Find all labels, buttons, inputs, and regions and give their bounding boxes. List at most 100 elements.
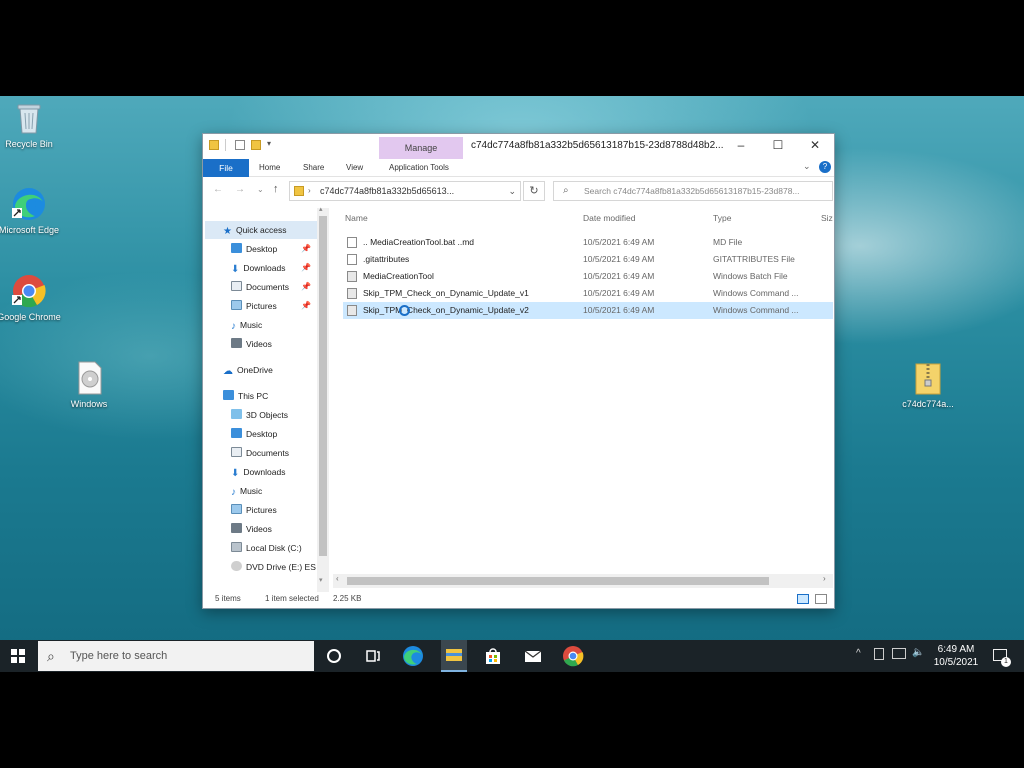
ribbon-expand-icon[interactable]: ⌄	[803, 161, 811, 172]
drive-icon	[231, 542, 242, 552]
nav-item-videos[interactable]: Videos	[231, 335, 317, 353]
up-arrow-icon[interactable]: ↑	[273, 183, 279, 195]
file-row[interactable]: .gitattributes 10/5/2021 6:49 AM GITATTR…	[343, 251, 833, 268]
nav-onedrive[interactable]: ☁ OneDrive	[223, 361, 319, 379]
chrome-taskbar-icon[interactable]	[561, 644, 585, 668]
nav-item-pictures[interactable]: Pictures 📌	[231, 297, 317, 315]
folder-icon	[294, 186, 304, 196]
nav-scroll-thumb[interactable]	[319, 216, 327, 556]
details-view-icon[interactable]	[797, 594, 809, 604]
desktop-icon-edge[interactable]: Microsoft Edge	[0, 186, 61, 236]
nav-scrollbar[interactable]: ▴ ▾	[317, 205, 329, 592]
desktop-icon-windows[interactable]: Windows	[57, 360, 121, 410]
scroll-up-icon[interactable]: ▴	[319, 205, 323, 213]
desktop-icon-chrome[interactable]: Google Chrome	[0, 273, 61, 323]
search-input[interactable]: ⌕ Search c74dc774a8fb81a332b5d65613187b1…	[553, 181, 833, 201]
show-hidden-icons-icon[interactable]: ^	[856, 648, 861, 659]
column-header-name[interactable]: Name	[345, 213, 368, 223]
tab-view[interactable]: View	[346, 160, 363, 176]
store-icon[interactable]	[481, 644, 505, 668]
file-row-selected[interactable]: Skip_TPM_Check_on_Dynamic_Update_v2 10/5…	[343, 302, 833, 319]
horizontal-scroll-thumb[interactable]	[347, 577, 769, 585]
device-icon[interactable]	[874, 648, 884, 660]
windows-start-icon[interactable]	[11, 649, 25, 665]
computer-icon	[223, 390, 234, 400]
nav-quick-access[interactable]: ★ Quick access	[223, 221, 319, 239]
nav-item-desktop[interactable]: Desktop 📌	[231, 240, 317, 258]
ribbon-tabs: File Home Share View Application Tools ⌄…	[203, 158, 834, 177]
desktop-icon-recycle-bin[interactable]: Recycle Bin	[0, 100, 61, 150]
desktop-icon-label: Windows	[70, 399, 108, 409]
nav-item-pc-downloads[interactable]: ⬇ Downloads	[231, 463, 317, 481]
tab-application-tools[interactable]: Application Tools	[389, 160, 449, 176]
file-row[interactable]: Skip_TPM_Check_on_Dynamic_Update_v1 10/5…	[343, 285, 833, 302]
qat-dropdown-icon[interactable]: ▾	[267, 139, 271, 148]
tab-home[interactable]: Home	[259, 160, 280, 176]
scroll-left-icon[interactable]: ‹	[336, 574, 339, 583]
cursor-busy-icon	[399, 305, 410, 316]
task-view-icon[interactable]	[360, 644, 384, 668]
back-arrow-icon[interactable]: ←	[213, 184, 223, 195]
tab-file[interactable]: File	[203, 159, 249, 177]
search-icon: ⌕	[563, 185, 569, 196]
horizontal-scrollbar[interactable]: ‹ ›	[333, 574, 833, 588]
cortana-icon[interactable]	[322, 644, 346, 668]
scroll-down-icon[interactable]: ▾	[319, 576, 323, 584]
volume-icon[interactable]: 🔈	[912, 647, 924, 658]
file-row[interactable]: .. MediaCreationTool.bat ..md 10/5/2021 …	[343, 234, 833, 251]
nav-item-dvd-drive[interactable]: DVD Drive (E:) ES	[231, 558, 317, 576]
status-bar: 5 items 1 item selected 2.25 KB	[203, 590, 834, 608]
address-bar[interactable]: › c74dc774a8fb81a332b5d65613... ⌄	[289, 181, 521, 201]
desktop-icon	[231, 243, 242, 253]
nav-item-3d-objects[interactable]: 3D Objects	[231, 406, 317, 424]
edge-taskbar-icon[interactable]	[401, 644, 425, 668]
nav-this-pc[interactable]: This PC	[223, 387, 319, 405]
desktop-icon-label: Google Chrome	[0, 312, 61, 322]
nav-item-pc-videos[interactable]: Videos	[231, 520, 317, 538]
file-explorer-window[interactable]: ▾ Manage c74dc774a8fb81a332b5d65613187b1…	[202, 133, 835, 609]
minimize-button[interactable]: –	[722, 134, 760, 158]
mail-icon[interactable]	[521, 644, 545, 668]
nav-item-local-disk[interactable]: Local Disk (C:)	[231, 539, 317, 557]
column-header-size[interactable]: Siz	[821, 213, 833, 223]
desktop-icon-zip-folder[interactable]: c74dc774a...	[896, 360, 960, 410]
recent-chevron-icon[interactable]: ⌄	[257, 185, 264, 194]
taskbar: ⌕ Type here to search ^ 🔈 6:49 AM 10/5/2…	[0, 640, 1024, 672]
file-row[interactable]: MediaCreationTool 10/5/2021 6:49 AM Wind…	[343, 268, 833, 285]
column-header-type[interactable]: Type	[713, 213, 731, 223]
nav-item-pc-desktop[interactable]: Desktop	[231, 425, 317, 443]
chevron-right-icon: ›	[308, 186, 311, 195]
tab-share[interactable]: Share	[303, 160, 324, 176]
desktop-icon	[231, 428, 242, 438]
nav-item-downloads[interactable]: ⬇ Downloads 📌	[231, 259, 317, 277]
title-bar[interactable]: ▾ Manage c74dc774a8fb81a332b5d65613187b1…	[203, 134, 834, 159]
nav-item-pc-documents[interactable]: Documents	[231, 444, 317, 462]
refresh-button[interactable]: ↻	[523, 181, 545, 201]
column-header-date[interactable]: Date modified	[583, 213, 635, 223]
close-button[interactable]: ✕	[796, 134, 834, 158]
properties-icon[interactable]	[235, 140, 245, 150]
address-row: ← → ⌄ ↑ › c74dc774a8fb81a332b5d65613... …	[203, 178, 834, 204]
large-icons-view-icon[interactable]	[815, 594, 827, 604]
nav-item-pc-pictures[interactable]: Pictures	[231, 501, 317, 519]
taskbar-search-input[interactable]: ⌕ Type here to search	[38, 641, 314, 671]
clock[interactable]: 6:49 AM 10/5/2021	[930, 643, 982, 669]
documents-icon	[231, 447, 242, 457]
file-explorer-taskbar-icon[interactable]	[441, 640, 467, 672]
dvd-icon	[231, 561, 242, 571]
batch-file-icon	[347, 271, 357, 282]
forward-arrow-icon[interactable]: →	[235, 184, 245, 195]
pin-icon: 📌	[301, 244, 311, 253]
network-icon[interactable]	[892, 648, 906, 659]
new-folder-icon[interactable]	[251, 140, 261, 150]
nav-item-documents[interactable]: Documents 📌	[231, 278, 317, 296]
chevron-down-icon[interactable]: ⌄	[508, 182, 516, 200]
nav-item-pc-music[interactable]: ♪ Music	[231, 482, 317, 500]
maximize-button[interactable]: ☐	[759, 134, 797, 158]
scroll-right-icon[interactable]: ›	[823, 574, 826, 583]
download-icon: ⬇	[231, 468, 240, 479]
nav-item-music[interactable]: ♪ Music	[231, 316, 317, 334]
tab-manage[interactable]: Manage	[379, 137, 463, 159]
folder-icon	[209, 140, 219, 150]
help-icon[interactable]: ?	[819, 161, 831, 173]
